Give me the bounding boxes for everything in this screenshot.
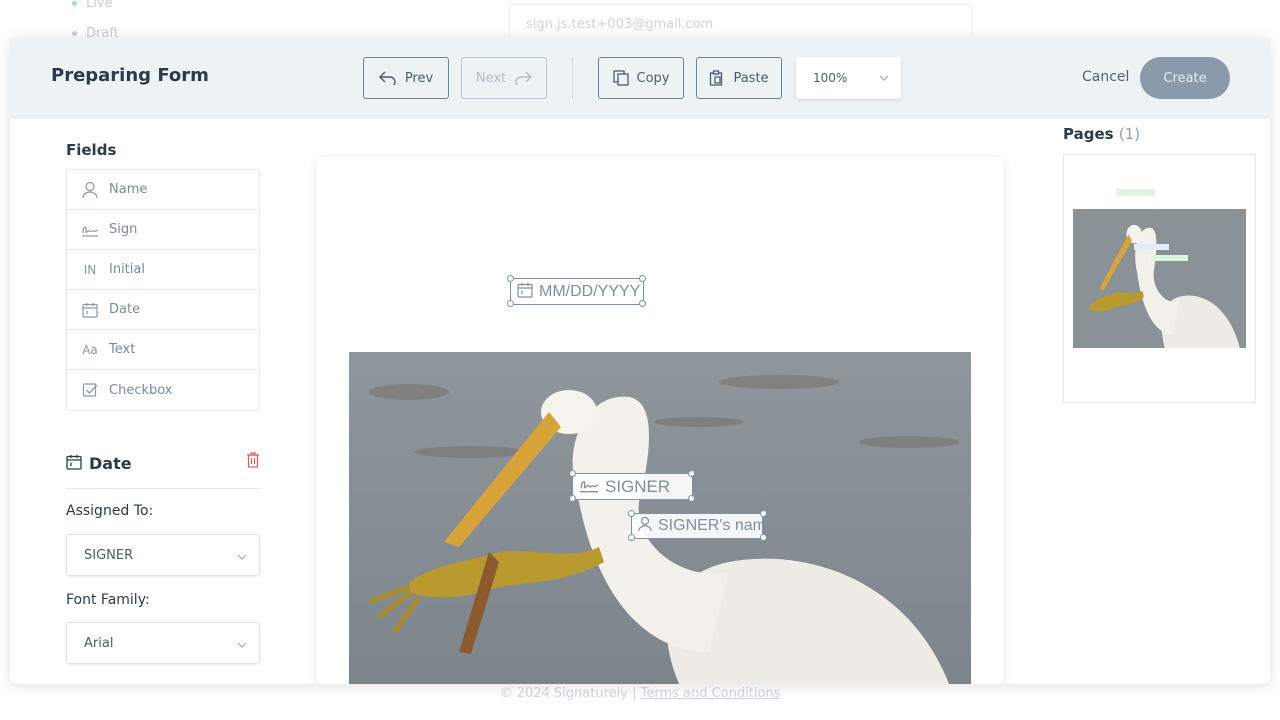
paste-icon: [709, 70, 725, 86]
footer-copyright: © 2024 Signaturely |: [499, 686, 637, 701]
modal-header: Preparing Form Prev Next Copy Paste 100%…: [10, 37, 1270, 119]
field-date[interactable]: Date: [67, 290, 259, 330]
person-icon: [638, 516, 652, 536]
status-dot: [72, 1, 77, 6]
paste-button[interactable]: Paste: [696, 57, 782, 99]
assigned-to-select[interactable]: SIGNER: [66, 534, 260, 576]
trash-icon[interactable]: [246, 452, 260, 472]
copy-icon: [612, 70, 629, 86]
signature-icon: [81, 223, 99, 237]
resize-handle[interactable]: [639, 300, 646, 307]
pages-heading: Pages (1): [1063, 125, 1141, 143]
thumb-image: [1073, 209, 1246, 348]
selected-field-type: Date: [89, 454, 132, 473]
field-text[interactable]: Aa Text: [67, 330, 259, 370]
resize-handle[interactable]: [569, 470, 576, 477]
zoom-select[interactable]: 100%: [796, 57, 901, 99]
initials-icon: IN: [83, 262, 97, 277]
field-initial[interactable]: IN Initial: [67, 250, 259, 290]
resize-handle[interactable]: [569, 495, 576, 502]
thumb-field-marker: [1151, 255, 1188, 261]
footer: © 2024 Signaturely | Terms and Condition…: [0, 686, 1280, 701]
fields-heading: Fields: [66, 141, 117, 159]
thumb-field-marker: [1134, 244, 1169, 250]
assigned-to-label: Assigned To:: [66, 503, 154, 519]
chevron-down-icon: [237, 638, 247, 653]
field-name[interactable]: Name: [67, 170, 259, 210]
page-title: Preparing Form: [51, 65, 209, 86]
resize-handle[interactable]: [688, 495, 695, 502]
toolbar-divider: [572, 57, 573, 99]
field-sign[interactable]: Sign: [67, 210, 259, 250]
status-live: Live: [72, 0, 113, 11]
font-family-select[interactable]: Arial: [66, 622, 260, 664]
resize-handle[interactable]: [760, 534, 767, 541]
chevron-down-icon: [879, 71, 889, 85]
resize-handle[interactable]: [688, 470, 695, 477]
resize-handle[interactable]: [628, 534, 635, 541]
copy-button[interactable]: Copy: [598, 57, 684, 99]
chevron-down-icon: [237, 550, 247, 565]
font-family-label: Font Family:: [66, 592, 150, 608]
terms-link[interactable]: Terms and Conditions: [641, 686, 781, 701]
person-icon: [81, 181, 99, 199]
resize-handle[interactable]: [760, 510, 767, 517]
preparing-form-modal: Preparing Form Prev Next Copy Paste 100%…: [10, 37, 1270, 684]
calendar-icon: [517, 282, 533, 302]
name-field[interactable]: SIGNER's nam: [631, 513, 763, 539]
fields-list: Name Sign IN Initial Date Aa Text Checkb…: [66, 169, 260, 411]
checkbox-icon: [81, 382, 99, 398]
field-checkbox[interactable]: Checkbox: [67, 370, 259, 410]
signature-field[interactable]: SIGNER: [572, 473, 693, 500]
undo-icon: [378, 71, 397, 85]
selected-field-header: Date: [66, 452, 260, 489]
date-field[interactable]: MM/DD/YYYY: [510, 278, 644, 305]
redo-icon: [514, 71, 533, 85]
page-thumbnail[interactable]: [1063, 154, 1256, 403]
create-button[interactable]: Create: [1140, 57, 1230, 99]
cancel-button[interactable]: Cancel: [1082, 69, 1129, 85]
resize-handle[interactable]: [628, 510, 635, 517]
text-icon: Aa: [82, 342, 98, 357]
calendar-icon: [66, 454, 82, 474]
prev-button[interactable]: Prev: [363, 57, 449, 99]
signature-icon: [579, 477, 599, 497]
resize-handle[interactable]: [507, 300, 514, 307]
resize-handle[interactable]: [507, 275, 514, 282]
thumb-field-marker: [1116, 189, 1155, 196]
next-button[interactable]: Next: [461, 57, 547, 99]
status-dot: [72, 31, 77, 36]
calendar-icon: [81, 302, 99, 318]
resize-handle[interactable]: [639, 275, 646, 282]
